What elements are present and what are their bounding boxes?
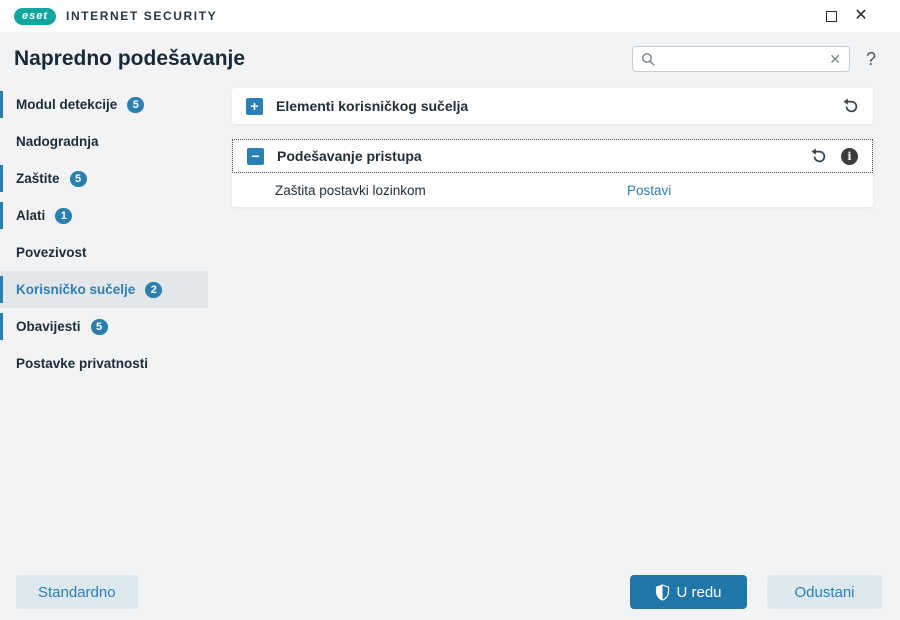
- sidebar-item-modul-detekcije[interactable]: Modul detekcije 5: [0, 86, 208, 123]
- accent-bar: [0, 91, 3, 118]
- eset-logo: eset: [14, 8, 56, 25]
- eset-advanced-setup-window: eset INTERNET SECURITY ✕ Napredno podeša…: [0, 0, 900, 620]
- sidebar-item-postavke-privatnosti[interactable]: Postavke privatnosti: [0, 345, 208, 382]
- undo-icon[interactable]: [809, 147, 827, 165]
- sidebar-item-label: Obavijesti: [16, 319, 81, 334]
- section-elementi-korisnickog-sucelja: + Elementi korisničkog sučelja: [232, 88, 873, 124]
- sidebar: Modul detekcije 5 Nadogradnja Zaštite 5 …: [0, 86, 208, 620]
- postavi-link[interactable]: Postavi: [627, 183, 671, 198]
- undo-icon[interactable]: [841, 97, 859, 115]
- sidebar-item-obavijesti[interactable]: Obavijesti 5: [0, 308, 208, 345]
- setting-row-password-protection: Zaštita postavki lozinkom Postavi: [232, 173, 873, 207]
- section-title: Podešavanje pristupa: [277, 148, 422, 164]
- setting-label: Zaštita postavki lozinkom: [275, 183, 627, 198]
- sidebar-item-nadogradnja[interactable]: Nadogradnja: [0, 123, 208, 160]
- sidebar-item-label: Alati: [16, 208, 45, 223]
- expand-icon[interactable]: +: [246, 98, 263, 115]
- page-title: Napredno podešavanje: [14, 47, 245, 71]
- sidebar-item-alati[interactable]: Alati 1: [0, 197, 208, 234]
- search-icon: [641, 52, 656, 67]
- close-button[interactable]: ✕: [846, 3, 876, 29]
- accent-bar: [0, 313, 3, 340]
- accent-bar: [0, 202, 3, 229]
- notification-badge: 1: [55, 208, 72, 224]
- accent-bar: [0, 165, 3, 192]
- default-button[interactable]: Standardno: [16, 575, 138, 609]
- section-header[interactable]: − Podešavanje pristupa i: [232, 139, 873, 173]
- help-icon[interactable]: ?: [866, 49, 876, 70]
- main-content: + Elementi korisničkog sučelja: [232, 86, 873, 620]
- titlebar: eset INTERNET SECURITY ✕: [0, 0, 900, 32]
- ok-button-label: U redu: [676, 584, 721, 601]
- footer: Standardno U redu Odustani: [16, 575, 882, 609]
- brand-title: INTERNET SECURITY: [66, 9, 217, 23]
- section-title: Elementi korisničkog sučelja: [276, 98, 468, 114]
- sidebar-item-label: Postavke privatnosti: [16, 356, 148, 371]
- sidebar-item-label: Modul detekcije: [16, 97, 117, 112]
- section-header[interactable]: + Elementi korisničkog sučelja: [232, 88, 873, 124]
- sidebar-item-label: Nadogradnja: [16, 134, 99, 149]
- search-box[interactable]: ✕: [632, 46, 850, 72]
- uac-shield-icon: [655, 584, 670, 601]
- collapse-icon[interactable]: −: [247, 148, 264, 165]
- sidebar-item-povezivost[interactable]: Povezivost: [0, 234, 208, 271]
- notification-badge: 5: [127, 97, 144, 113]
- accent-bar: [0, 276, 3, 303]
- ok-button[interactable]: U redu: [630, 575, 747, 609]
- info-icon[interactable]: i: [841, 148, 858, 165]
- header: Napredno podešavanje ✕ ?: [0, 32, 900, 86]
- cancel-button[interactable]: Odustani: [767, 575, 882, 609]
- sidebar-item-zastite[interactable]: Zaštite 5: [0, 160, 208, 197]
- section-podesavanje-pristupa: − Podešavanje pristupa i: [232, 139, 873, 207]
- maximize-icon: [826, 11, 837, 22]
- sidebar-item-label: Zaštite: [16, 171, 60, 186]
- notification-badge: 5: [91, 319, 108, 335]
- sidebar-item-label: Korisničko sučelje: [16, 282, 135, 297]
- sidebar-item-korisnicko-sucelje[interactable]: Korisničko sučelje 2: [0, 271, 208, 308]
- maximize-button[interactable]: [816, 3, 846, 29]
- notification-badge: 5: [70, 171, 87, 187]
- search-input[interactable]: [656, 52, 829, 67]
- body: Modul detekcije 5 Nadogradnja Zaštite 5 …: [0, 86, 900, 620]
- search-clear-icon[interactable]: ✕: [829, 52, 841, 66]
- sidebar-item-label: Povezivost: [16, 245, 87, 260]
- notification-badge: 2: [145, 282, 162, 298]
